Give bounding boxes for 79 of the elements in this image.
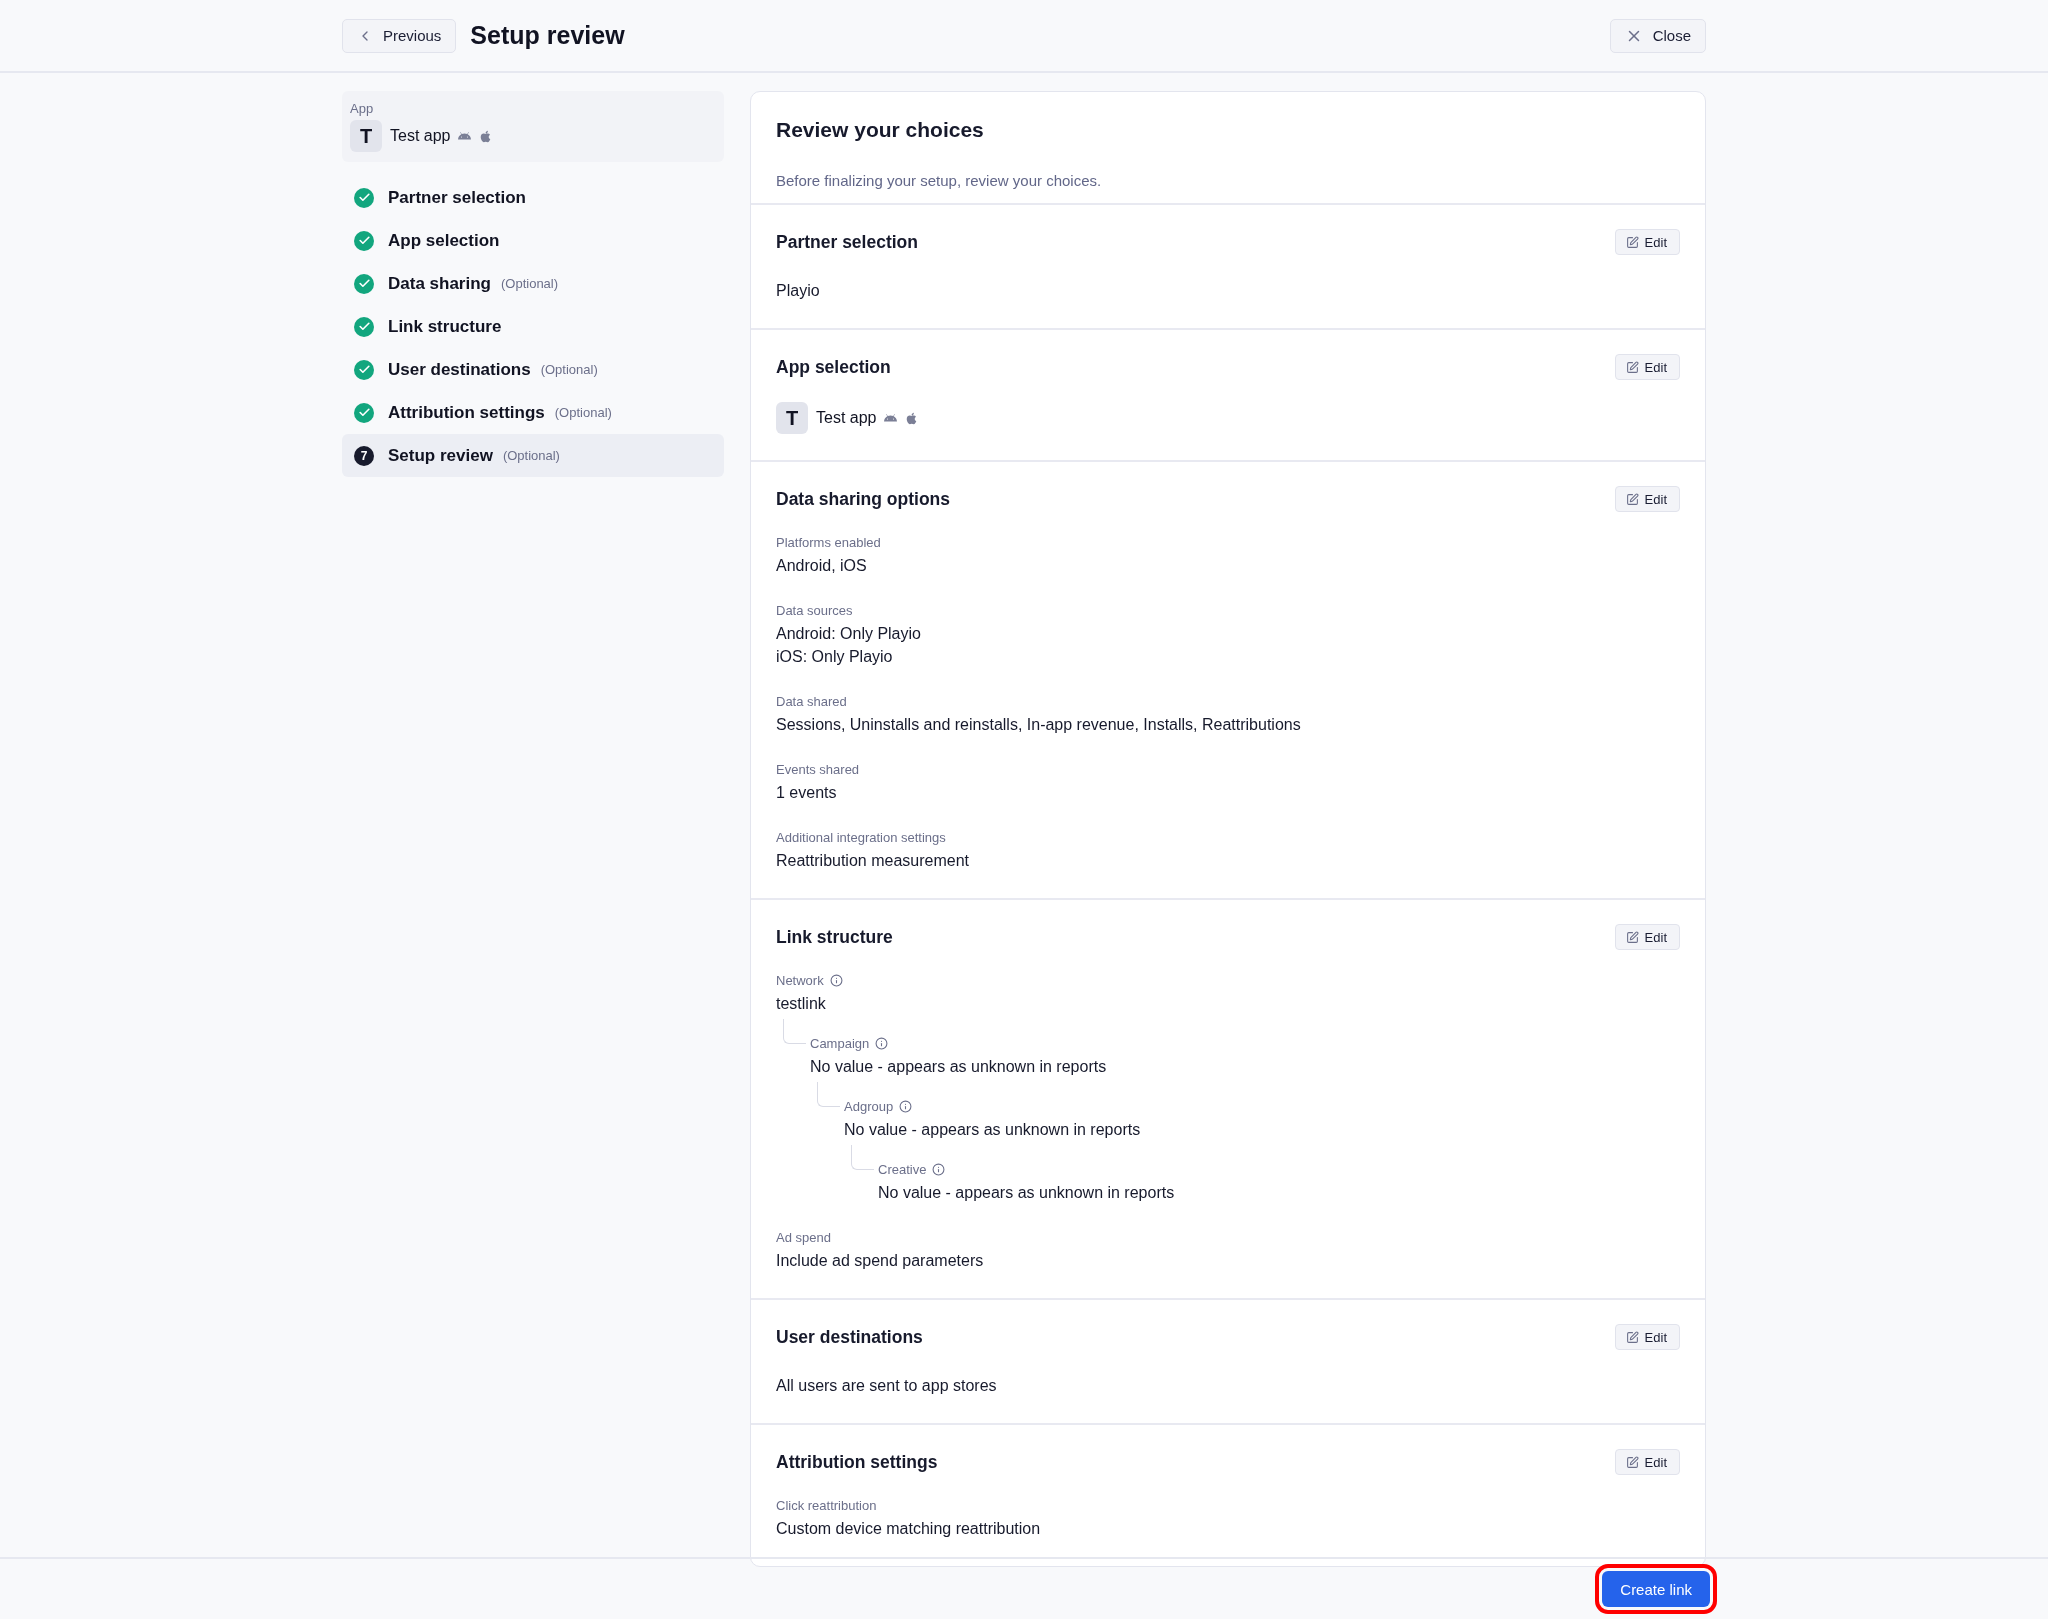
app-initial-tile: T xyxy=(350,120,382,152)
step-item[interactable]: Link structure xyxy=(342,305,724,348)
field-value: No value - appears as unknown in reports xyxy=(844,1120,1142,1140)
app-name: Test app xyxy=(816,409,877,427)
optional-label: (Optional) xyxy=(554,405,612,420)
field-label: Platforms enabled xyxy=(776,534,881,550)
previous-button[interactable]: Previous xyxy=(342,18,457,53)
step-label: Setup review xyxy=(388,445,493,466)
field-value: Android, iOS xyxy=(776,556,868,576)
field-label: Campaign xyxy=(810,1035,870,1051)
step-item[interactable]: Data sharing (Optional) xyxy=(342,262,724,305)
field-value: Include ad spend parameters xyxy=(776,1251,985,1271)
step-label: Data sharing xyxy=(388,273,491,294)
section-value: All users are sent to app stores xyxy=(776,1376,998,1396)
field-value: Android: Only Playio xyxy=(776,624,922,644)
edit-icon xyxy=(1625,235,1639,249)
section-title: Attribution settings xyxy=(776,1451,938,1473)
review-title: Review your choices xyxy=(776,118,985,142)
field-label: Creative xyxy=(878,1161,927,1177)
field-label: Events shared xyxy=(776,761,860,777)
step-item[interactable]: Attribution settings (Optional) xyxy=(342,391,724,434)
section-title: User destinations xyxy=(776,1326,923,1348)
step-item[interactable]: 7 Setup review (Optional) xyxy=(342,434,724,477)
edit-icon xyxy=(1625,1455,1639,1469)
step-label: Partner selection xyxy=(388,187,526,208)
app-name: Test app xyxy=(390,127,451,145)
review-subtitle: Before finalizing your setup, review your choices. xyxy=(776,172,1103,189)
optional-label: (Optional) xyxy=(501,276,559,291)
step-label: Attribution settings xyxy=(388,402,545,423)
field-value: No value - appears as unknown in reports xyxy=(810,1057,1108,1077)
tree-connector-line xyxy=(851,1145,874,1170)
field-value: testlink xyxy=(776,994,827,1014)
field-value: Reattribution measurement xyxy=(776,851,970,871)
edit-icon xyxy=(1625,930,1639,944)
app-initial-tile: T xyxy=(776,402,808,434)
step-item[interactable]: Partner selection xyxy=(342,176,724,219)
step-item[interactable]: User destinations (Optional) xyxy=(342,348,724,391)
section-title: Link structure xyxy=(776,926,893,948)
section-value: Playio xyxy=(776,281,821,301)
edit-icon xyxy=(1625,492,1639,506)
edit-button[interactable]: Edit xyxy=(1614,924,1680,950)
edit-button[interactable]: Edit xyxy=(1614,1324,1680,1350)
step-number: 7 xyxy=(354,445,374,466)
field-label: Ad spend xyxy=(776,1229,831,1245)
optional-label: (Optional) xyxy=(502,448,560,463)
tree-connector-line xyxy=(783,1019,806,1044)
field-label: Additional integration settings xyxy=(776,829,946,845)
page-title: Setup review xyxy=(470,21,626,50)
edit-button[interactable]: Edit xyxy=(1614,1449,1680,1475)
edit-button[interactable]: Edit xyxy=(1614,354,1680,380)
close-button[interactable]: Close xyxy=(1609,18,1706,53)
info-icon[interactable] xyxy=(932,1162,946,1176)
field-value: No value - appears as unknown in reports xyxy=(878,1183,1176,1203)
edit-button[interactable]: Edit xyxy=(1614,229,1680,255)
field-value: 1 events xyxy=(776,783,838,803)
optional-label: (Optional) xyxy=(540,362,598,377)
field-label: Click reattribution xyxy=(776,1497,877,1513)
tree-connector-line xyxy=(817,1082,840,1107)
edit-icon xyxy=(1625,360,1639,374)
step-label: App selection xyxy=(388,230,500,251)
edit-button[interactable]: Edit xyxy=(1614,486,1680,512)
section-title: Data sharing options xyxy=(776,488,951,510)
field-value: iOS: Only Playio xyxy=(776,647,894,667)
info-icon[interactable] xyxy=(875,1036,889,1050)
step-item[interactable]: App selection xyxy=(342,219,724,262)
field-label: Data sources xyxy=(776,602,853,618)
app-label: App xyxy=(350,101,375,116)
field-value: Custom device matching reattribution xyxy=(776,1519,1042,1539)
step-label: Link structure xyxy=(388,316,502,337)
section-title: App selection xyxy=(776,356,891,378)
field-label: Adgroup xyxy=(844,1098,894,1114)
field-value: Sessions, Uninstalls and reinstalls, In-app revenue, Installs, Reattributions xyxy=(776,715,1302,735)
info-icon[interactable] xyxy=(899,1099,913,1113)
edit-icon xyxy=(1625,1330,1639,1344)
step-label: User destinations xyxy=(388,359,531,380)
field-label: Network xyxy=(776,972,824,988)
info-icon[interactable] xyxy=(829,973,843,987)
field-label: Data shared xyxy=(776,693,847,709)
section-title: Partner selection xyxy=(776,231,918,253)
